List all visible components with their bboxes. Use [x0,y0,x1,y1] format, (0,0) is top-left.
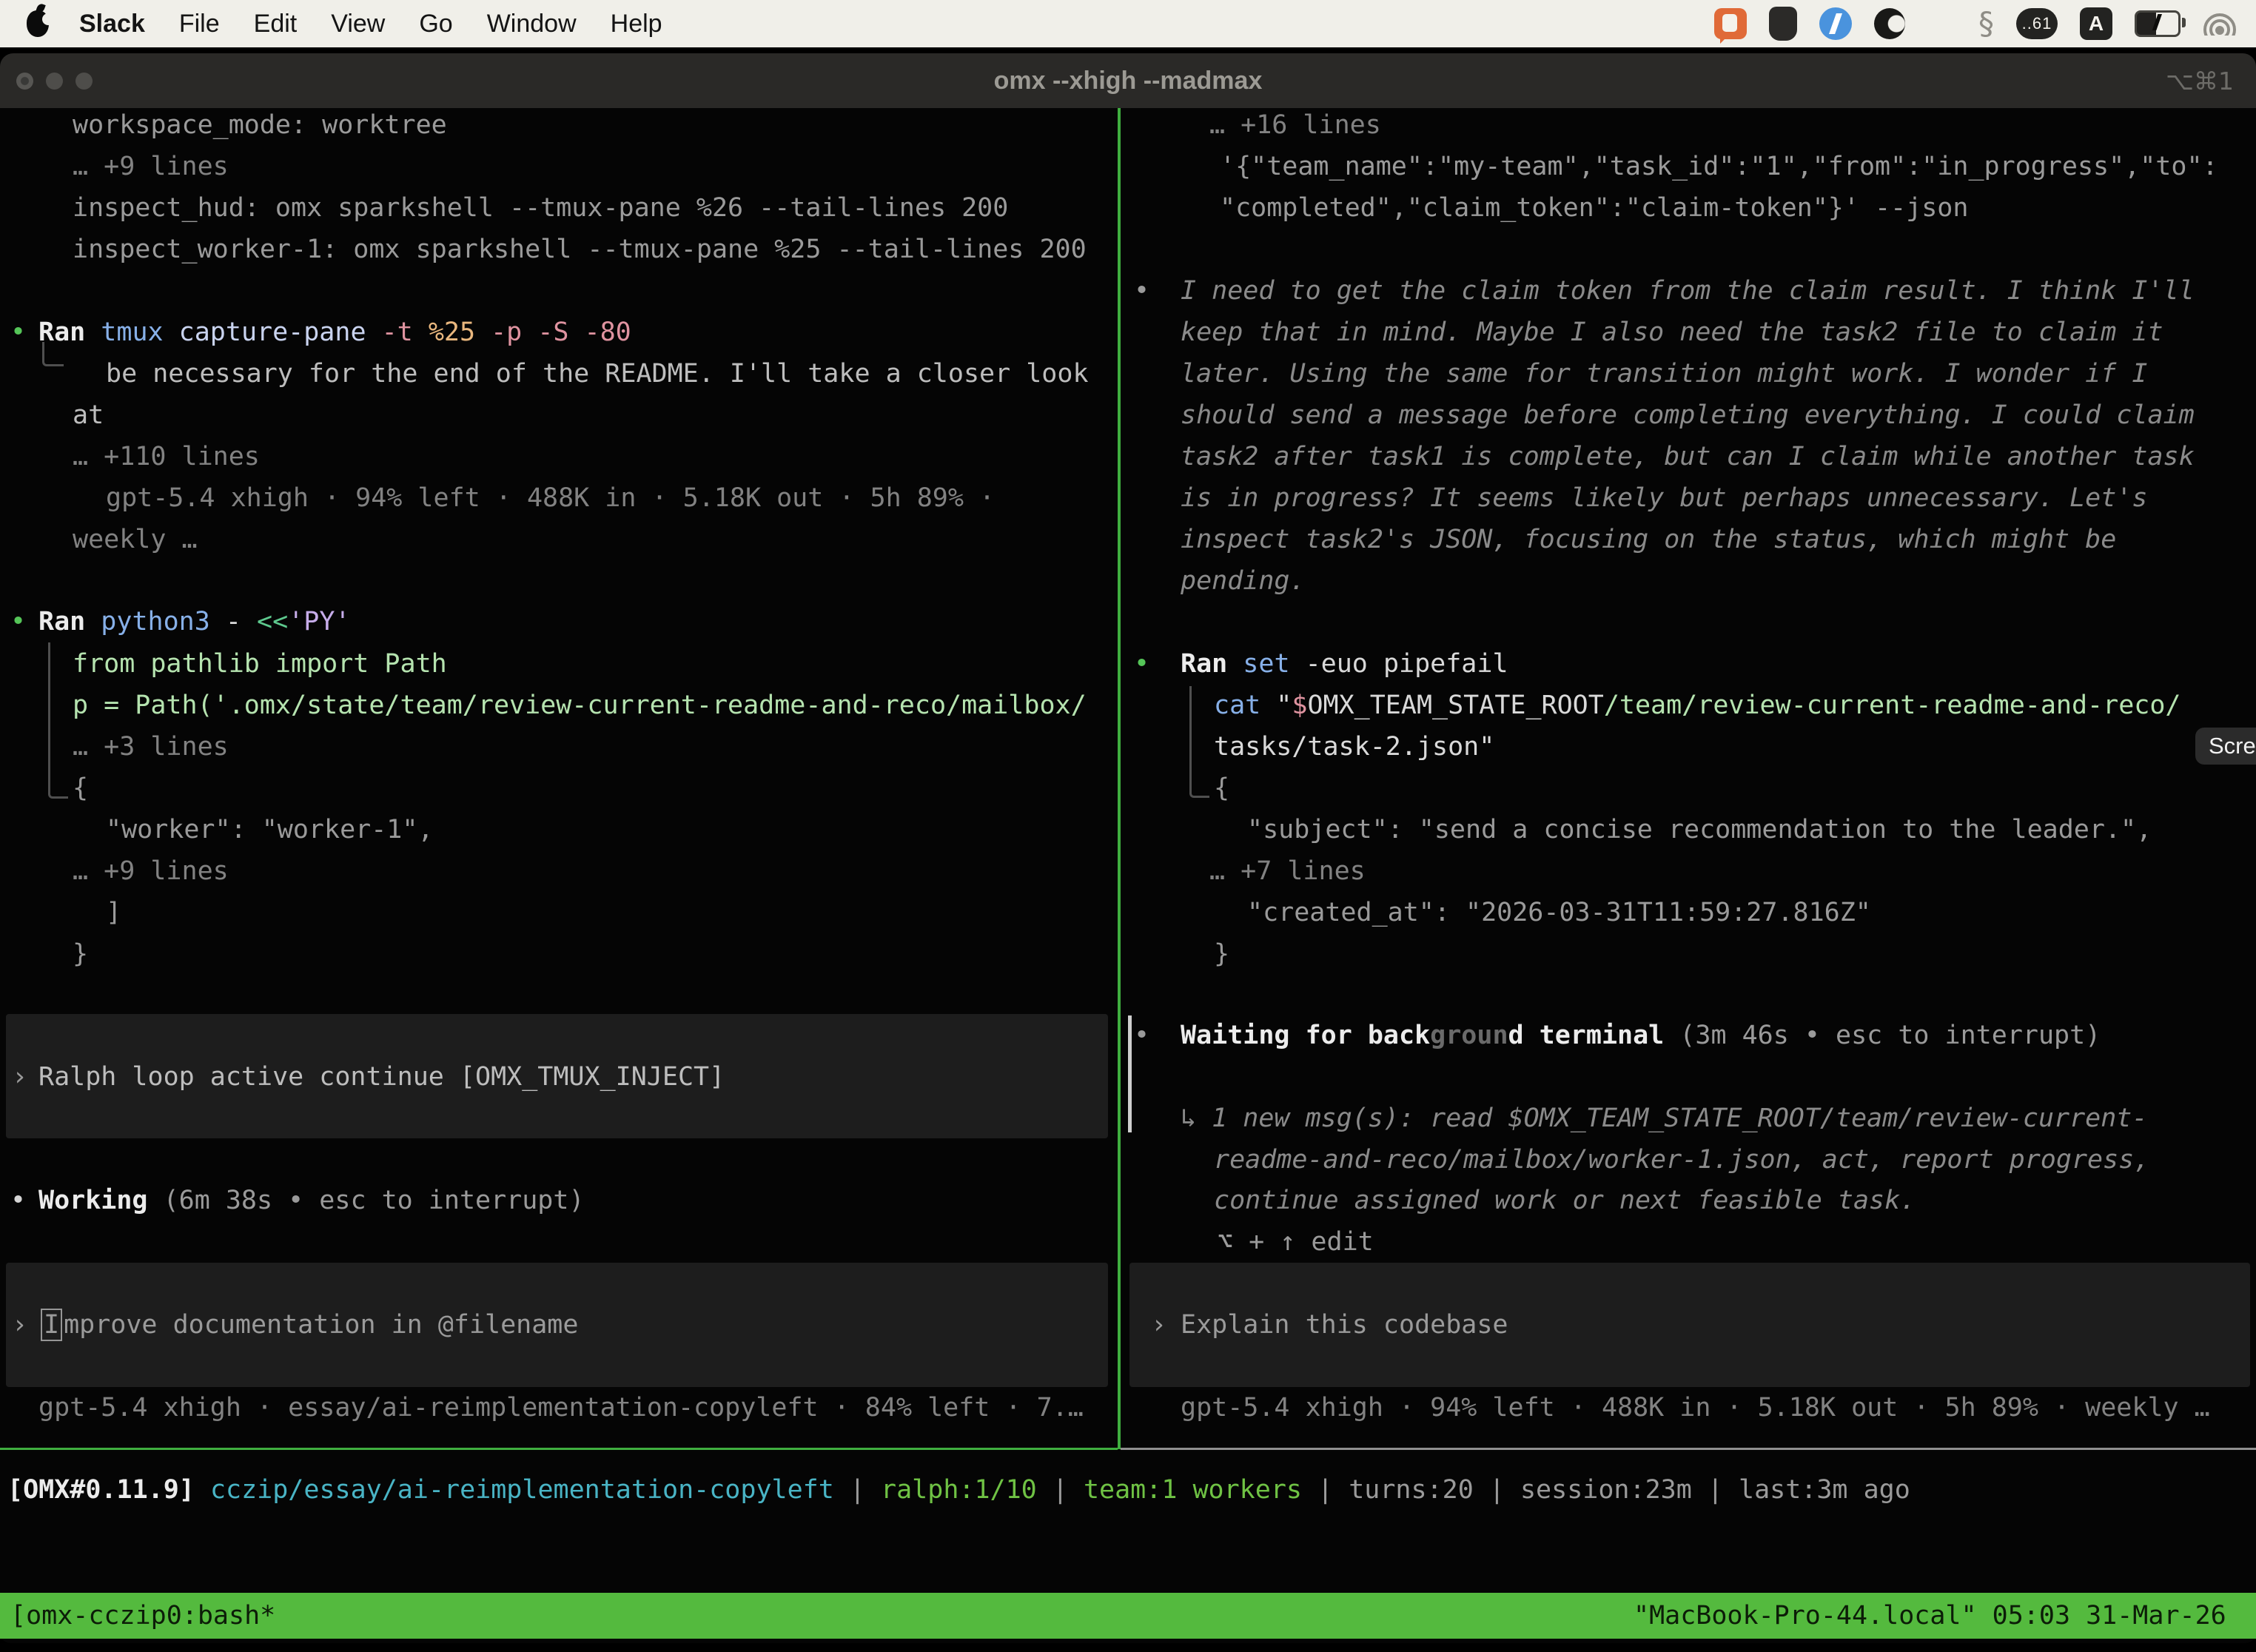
terminal-line: cat "$OMX_TEAM_STATE_ROOT/team/review-cu… [1214,685,2181,726]
terminal-line: gpt-5.4 xhigh · essay/ai-reimplementatio… [38,1387,1084,1428]
window-title: omx --xhigh --madmax [0,67,2256,95]
window-title-bar[interactable]: omx --xhigh --madmax ⌥⌘1 [0,53,2256,108]
terminal-line: pending. [1181,560,1306,602]
terminal-line: later. Using the same for transition mig… [1181,353,2147,394]
terminal-content: workspace_mode: worktree… +9 linesinspec… [0,0,2256,1652]
terminal-line: '{"team_name":"my-team","task_id":"1","f… [1220,146,2218,187]
pane-divider[interactable] [1118,108,1121,1449]
terminal-line: [omx-cczip0:bash* [10,1595,275,1636]
terminal-line: { [73,768,88,809]
battery-badge-icon[interactable]: ..61 [2016,8,2058,39]
terminal-line: inspect_hud: omx sparkshell --tmux-pane … [73,187,1008,229]
squiggle-app-icon[interactable]: § [1978,8,1994,39]
menu-item-go[interactable]: Go [402,10,469,38]
terminal-line: • [10,601,26,642]
queue-indicator-bar [1128,1015,1132,1132]
terminal-line: continue assigned work or next feasible … [1214,1180,1916,1221]
terminal-line: gpt-5.4 xhigh · 94% left · 488K in · 5.1… [106,477,995,519]
terminal-line: › [12,1304,27,1346]
menu-item-view[interactable]: View [314,10,402,38]
terminal-line: "worker": "worker-1", [106,809,434,850]
menu-item-file[interactable]: File [162,10,237,38]
bolt-app-icon[interactable] [1819,7,1852,40]
terminal-line: Explain this codebase [1181,1304,1508,1346]
terminal-line: › [1151,1304,1166,1346]
terminal-line: inspect task2's JSON, focusing on the st… [1181,519,2116,560]
right-pane-bottom-border [1121,1448,2256,1450]
terminal-line: • [10,1180,26,1221]
window-shortcut-hint: ⌥⌘1 [2166,67,2234,95]
menu-item-window[interactable]: Window [470,10,594,38]
input-source-icon[interactable]: A [2080,7,2112,40]
terminal-line: [OMX#0.11.9] cczip/essay/ai-reimplementa… [7,1469,1910,1511]
terminal-line: › [12,1056,27,1098]
terminal-line: Improve documentation in @filename [41,1304,578,1346]
terminal-line: keep that in mind. Maybe I also need the… [1181,312,2163,353]
terminal-line: "subject": "send a concise recommendatio… [1247,809,2152,850]
terminal-line: is in progress? It seems likely but perh… [1181,477,2147,519]
left-terminal-pane[interactable] [0,108,1118,1448]
menu-bar: Slack File Edit View Go Window Help § ..… [0,0,2256,47]
terminal-line: Ran python3 - <<'PY' [38,601,350,642]
terminal-line: inspect_worker-1: omx sparkshell --tmux-… [73,229,1087,270]
apple-logo-icon[interactable] [27,10,49,37]
terminal-line: gpt-5.4 xhigh · 94% left · 488K in · 5.1… [1181,1387,2210,1428]
terminal-line: "MacBook-Pro-44.local" 05:03 31-Mar-26 [1634,1595,2226,1636]
terminal-line: Ran set -euo pipefail [1181,643,1508,685]
menu-bar-status-icons: § ..61 A [1714,7,2237,41]
terminal-line: Waiting for background terminal (3m 46s … [1181,1015,2101,1056]
menu-item-edit[interactable]: Edit [237,10,315,38]
terminal-line: at [73,394,104,436]
python-output-connector [48,642,68,799]
terminal-line: from pathlib import Path [73,643,447,685]
moon-toggle-icon[interactable] [1874,8,1905,39]
terminal-line: "completed","claim_token":"claim-token"}… [1220,187,1968,229]
terminal-line: … +16 lines [1209,104,1381,146]
terminal-line: p = Path('.omx/state/team/review-current… [73,685,1087,726]
terminal-line: be necessary for the end of the README. … [106,353,1089,394]
terminal-line: Ralph loop active continue [OMX_TMUX_INJ… [38,1056,725,1098]
left-pane-bottom-border [0,1448,1118,1450]
menu-item-help[interactable]: Help [594,10,679,38]
terminal-line: … +7 lines [1209,850,1366,892]
terminal-line: workspace_mode: worktree [73,104,447,146]
terminal-line: ⌥ + ↑ edit [1218,1221,1374,1263]
terminal-line: I need to get the claim token from the c… [1181,270,2195,312]
wifi-icon[interactable] [2203,12,2237,36]
terminal-line: ] [106,892,121,933]
terminal-line: … +110 lines [73,436,260,477]
terminal-line: } [73,933,88,975]
terminal-line: "created_at": "2026-03-31T11:59:27.816Z" [1247,892,1871,933]
screen-recording-indicator-icon[interactable] [1714,8,1747,39]
battery-charging-icon[interactable] [2135,10,2181,37]
terminal-line: readme-and-reco/mailbox/worker-1.json, a… [1214,1139,2149,1181]
terminal-line: • [1134,270,1149,312]
menu-item-slack[interactable]: Slack [62,10,162,38]
terminal-line: should send a message before completing … [1181,394,2195,436]
dots-grid-icon[interactable] [1927,10,1956,38]
terminal-line: ↳ 1 new msg(s): read $OMX_TEAM_STATE_ROO… [1181,1098,2147,1139]
terminal-line: } [1214,933,1229,975]
terminal-line: • [10,312,26,353]
terminal-line: … +3 lines [73,726,229,768]
privacy-shield-icon[interactable] [1769,7,1797,41]
terminal-line: … +9 lines [73,850,229,892]
screen-share-tooltip: Scre [2195,728,2256,765]
terminal-line: Ran tmux capture-pane -t %25 -p -S -80 [38,312,631,353]
terminal-line: weekly … [73,519,198,560]
terminal-line: Working (6m 38s • esc to interrupt) [38,1180,585,1221]
terminal-line: • [1134,1015,1149,1056]
terminal-line: { [1214,768,1229,809]
terminal-line: … +9 lines [73,146,229,187]
terminal-line: task2 after task1 is complete, but can I… [1181,436,2195,477]
terminal-line: tasks/task-2.json" [1214,726,1494,768]
terminal-line: • [1134,643,1149,685]
tooltip-label: Scre [2209,733,2256,759]
cat-output-connector [1189,686,1209,798]
